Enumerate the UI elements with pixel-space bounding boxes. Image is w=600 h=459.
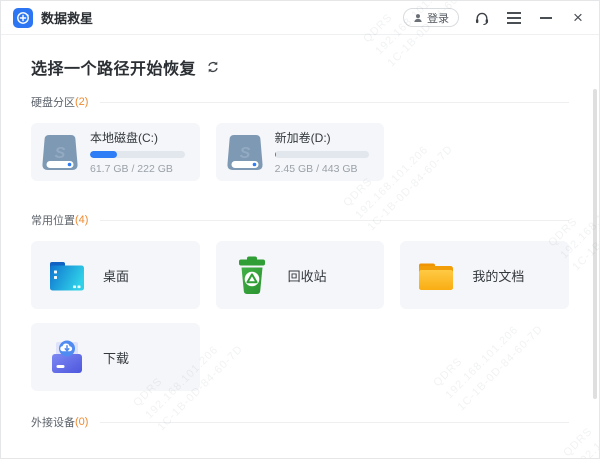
partitions-label: 硬盘分区	[31, 94, 75, 110]
section-external-header: 外接设备(0)	[31, 414, 569, 430]
location-label: 我的文档	[472, 266, 524, 285]
locations-grid: 桌面 回收站	[31, 241, 569, 391]
locations-count: (4)	[75, 214, 88, 226]
download-tray-icon	[45, 335, 89, 379]
location-card-documents[interactable]: 我的文档	[400, 241, 569, 309]
app-title: 数据救星	[41, 8, 93, 27]
refresh-icon[interactable]	[206, 60, 220, 74]
divider	[100, 102, 569, 103]
scrollbar-thumb[interactable]	[593, 89, 597, 399]
location-label: 桌面	[103, 266, 129, 285]
partitions-grid: S 本地磁盘(C:) 61.7 GB / 222 GB S	[31, 123, 569, 181]
drive-card-d[interactable]: S 新加卷(D:) 2.45 GB / 443 GB	[216, 123, 385, 181]
menu-icon[interactable]	[505, 9, 523, 27]
login-label: 登录	[427, 10, 449, 26]
drive-size: 2.45 GB / 443 GB	[275, 163, 375, 175]
location-card-downloads[interactable]: 下载	[31, 323, 200, 391]
support-headset-icon[interactable]	[473, 9, 491, 27]
recycle-bin-icon	[230, 253, 274, 297]
drive-size: 61.7 GB / 222 GB	[90, 163, 190, 175]
titlebar-controls: 登录 ×	[403, 8, 587, 27]
app-identity: 数据救星	[13, 8, 93, 28]
locations-label: 常用位置	[31, 212, 75, 228]
divider	[100, 422, 569, 423]
location-card-desktop[interactable]: 桌面	[31, 241, 200, 309]
user-icon	[413, 13, 423, 23]
page-title: 选择一个路径开始恢复	[31, 55, 196, 79]
drive-name: 本地磁盘(C:)	[90, 129, 190, 146]
drive-usage-bar	[90, 151, 185, 158]
close-icon[interactable]: ×	[569, 9, 587, 27]
section-locations-header: 常用位置(4)	[31, 212, 569, 228]
app-window: 数据救星 登录 ×	[0, 0, 600, 459]
hard-drive-icon: S	[38, 130, 82, 174]
location-card-recycle-bin[interactable]: 回收站	[216, 241, 385, 309]
minimize-icon[interactable]	[537, 9, 555, 27]
main-content: 选择一个路径开始恢复 硬盘分区(2) S	[1, 55, 599, 430]
login-button[interactable]: 登录	[403, 8, 459, 27]
hard-drive-icon: S	[223, 130, 267, 174]
svg-text:S: S	[55, 145, 66, 162]
external-count: (0)	[75, 416, 88, 428]
app-logo-icon	[13, 8, 33, 28]
drive-usage-bar	[275, 151, 370, 158]
drive-name: 新加卷(D:)	[275, 129, 375, 146]
svg-text:S: S	[239, 145, 250, 162]
external-label: 外接设备	[31, 414, 75, 430]
location-label: 回收站	[288, 266, 327, 285]
divider	[100, 220, 569, 221]
drive-card-c[interactable]: S 本地磁盘(C:) 61.7 GB / 222 GB	[31, 123, 200, 181]
titlebar: 数据救星 登录 ×	[1, 1, 599, 35]
section-partitions-header: 硬盘分区(2)	[31, 94, 569, 110]
desktop-folder-icon	[45, 253, 89, 297]
documents-folder-icon	[414, 253, 458, 297]
partitions-count: (2)	[75, 96, 88, 108]
location-label: 下载	[103, 348, 129, 367]
